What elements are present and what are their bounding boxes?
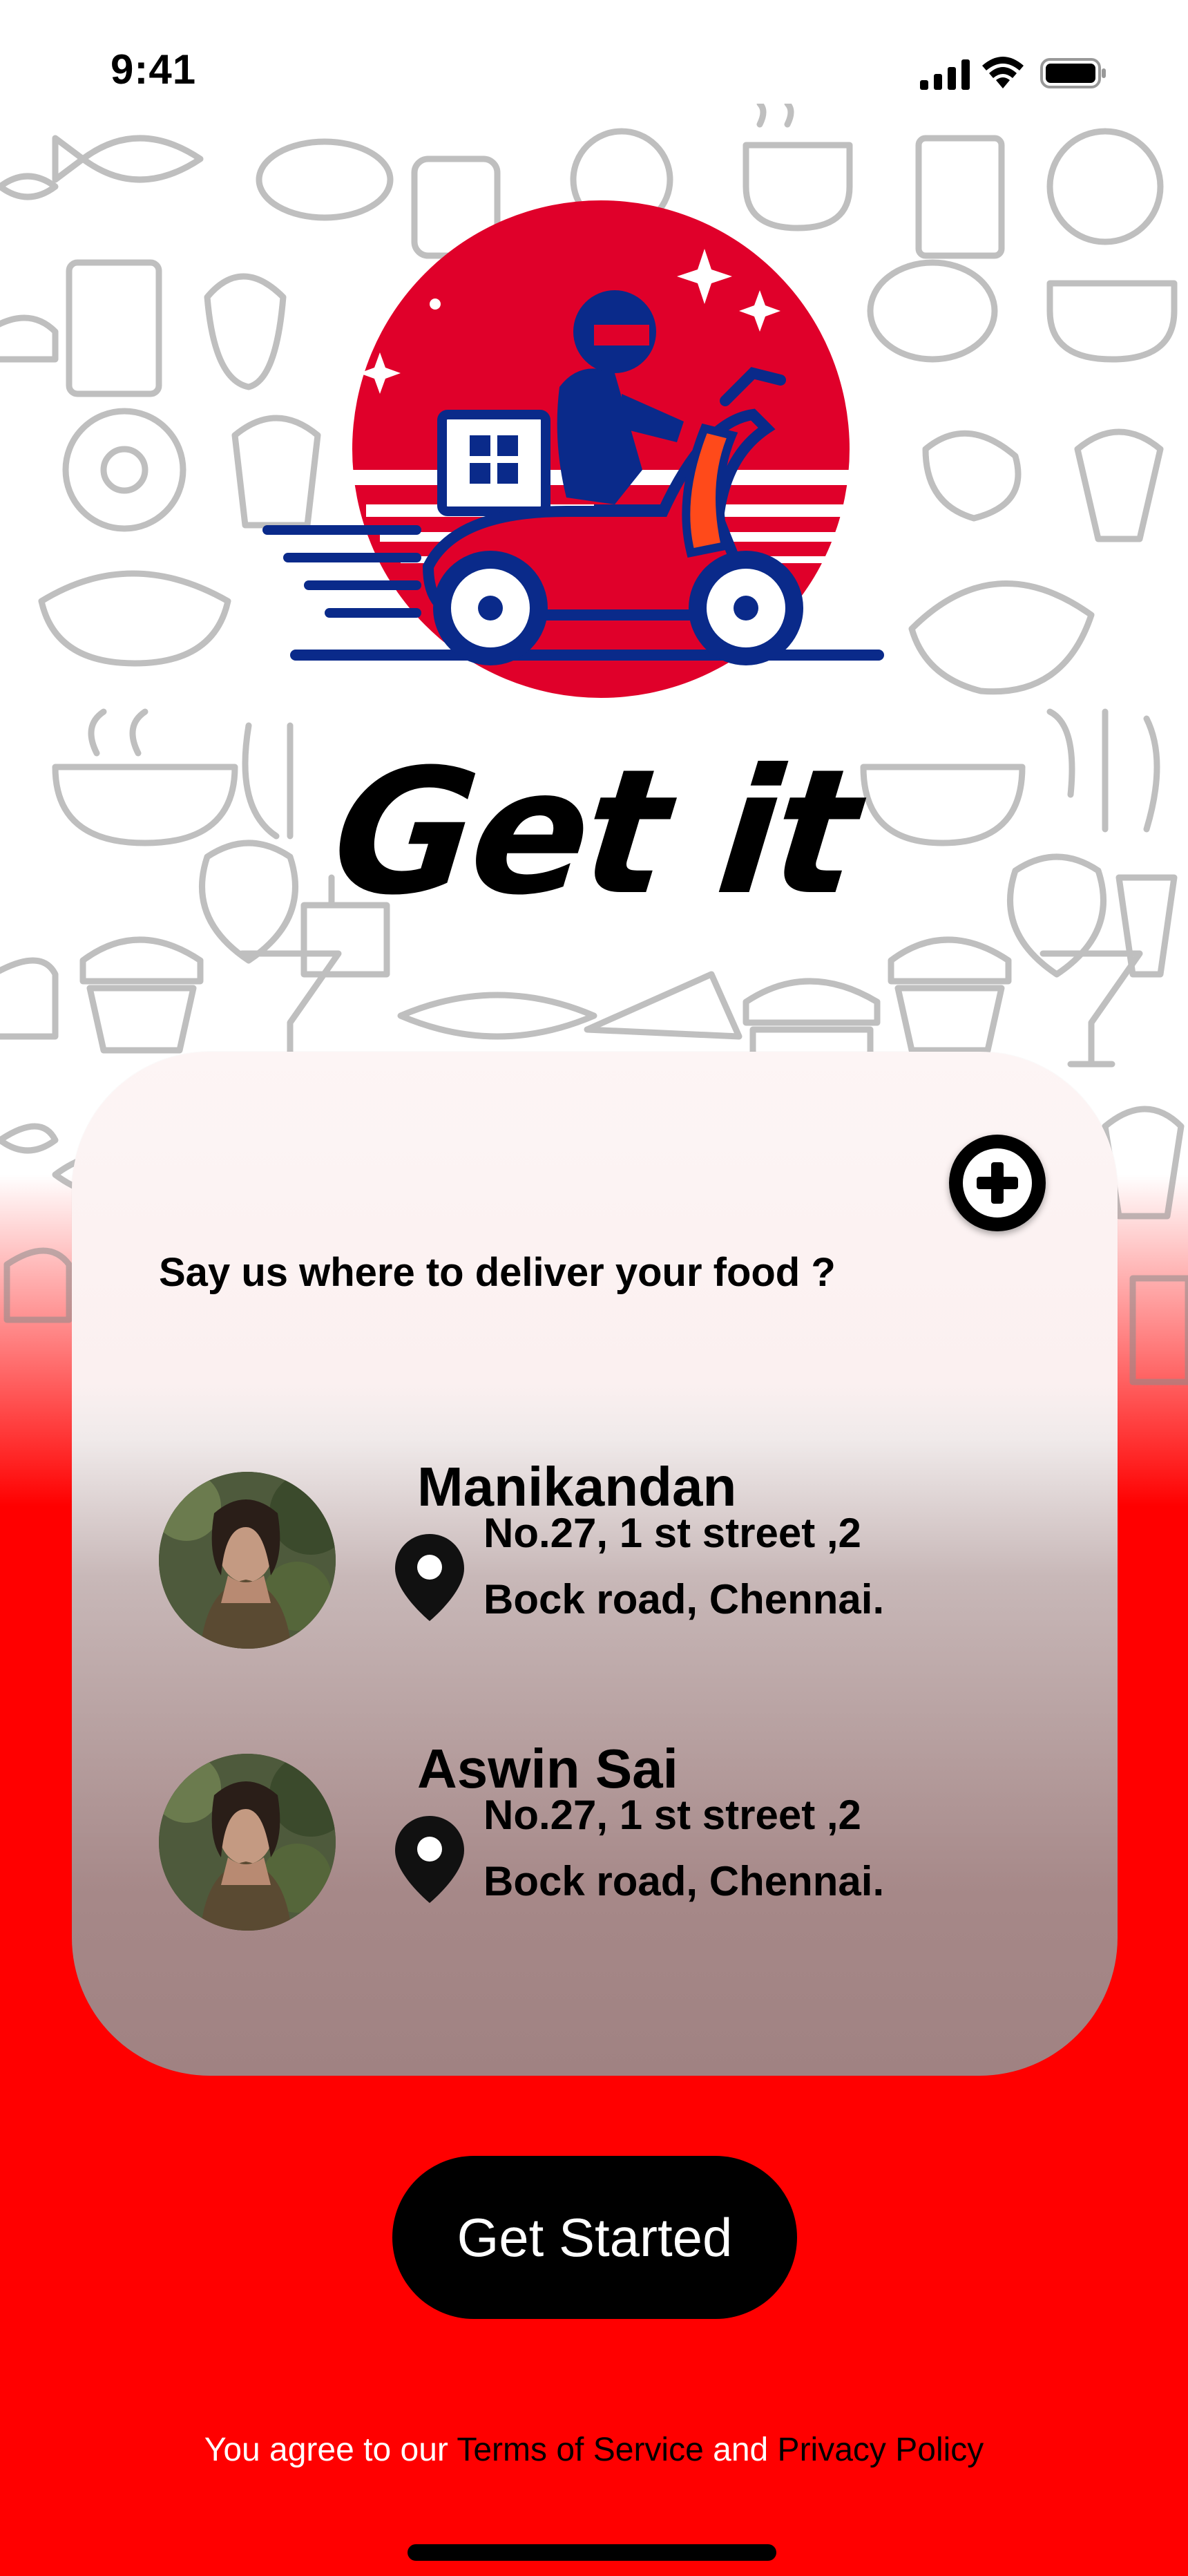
status-time: 9:41 [111, 46, 197, 93]
address-line-2: Bock road, Chennai. [483, 1576, 885, 1622]
add-address-button[interactable] [949, 1135, 1046, 1231]
address-line-2: Bock road, Chennai. [483, 1858, 885, 1904]
address-item[interactable]: Aswin Sai No.27, 1 st street ,2 Bock roa… [72, 1738, 1118, 1942]
brand-title: Get it [324, 732, 864, 933]
location-pin-icon [395, 1534, 464, 1621]
legal-middle: and [703, 2432, 778, 2468]
status-bar: 9:41 [0, 0, 1188, 145]
address-line-1: No.27, 1 st street ,2 [483, 1510, 861, 1556]
scooter-delivery-rider-icon [262, 200, 884, 698]
home-indicator[interactable] [408, 2544, 776, 2561]
privacy-policy-link[interactable]: Privacy Policy [778, 2432, 984, 2468]
avatar [159, 1472, 336, 1649]
plus-circle-icon [963, 1148, 1032, 1218]
wifi-icon [982, 57, 1024, 88]
battery-icon [1040, 58, 1106, 88]
avatar [159, 1754, 336, 1931]
address-card: Say us where to deliver your food ? Mani… [72, 1052, 1118, 2076]
address-line-1: No.27, 1 st street ,2 [483, 1792, 861, 1838]
delivery-question: Say us where to deliver your food ? [159, 1250, 836, 1295]
cellular-signal-icon [920, 59, 970, 90]
legal-text: You agree to our Terms of Service and Pr… [0, 2431, 1188, 2469]
location-pin-icon [395, 1816, 464, 1903]
legal-prefix: You agree to our [204, 2432, 457, 2468]
terms-of-service-link[interactable]: Terms of Service [457, 2432, 703, 2468]
get-started-button[interactable]: Get Started [392, 2156, 797, 2319]
address-item[interactable]: Manikandan No.27, 1 st street ,2 Bock ro… [72, 1456, 1118, 1660]
